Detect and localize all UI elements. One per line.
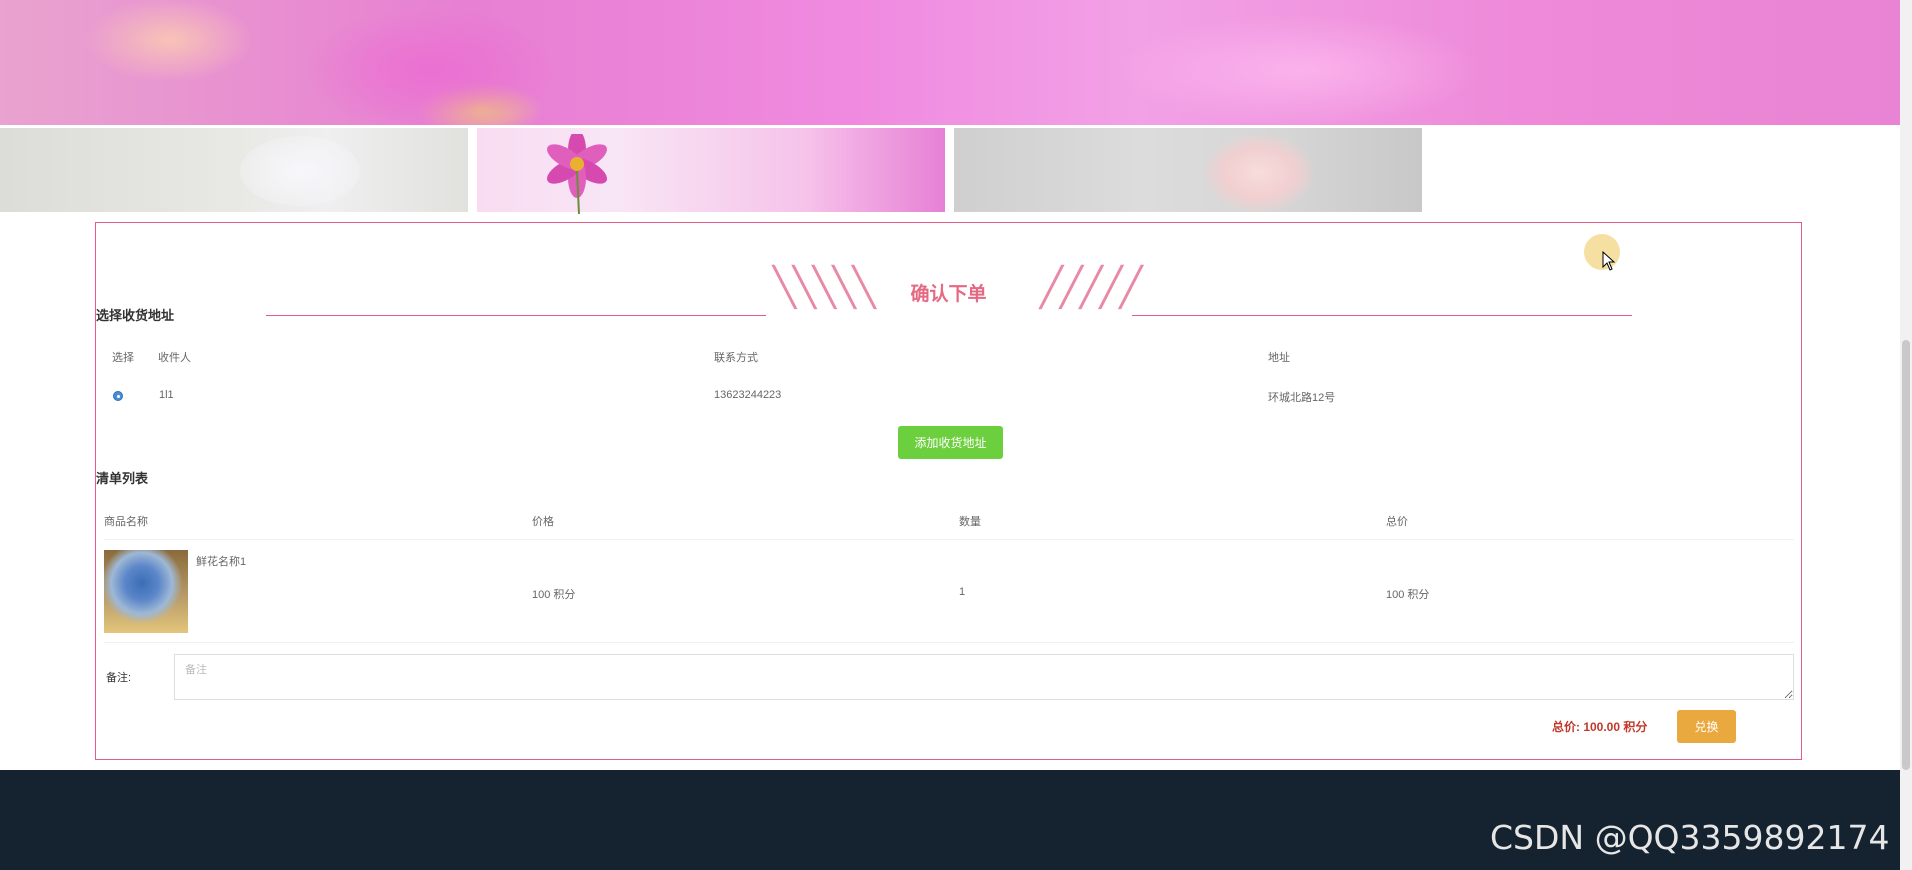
address-phone: 13623244223 [714,389,782,401]
product-image[interactable] [104,550,188,633]
remark-field[interactable] [174,654,1794,700]
list-header-total: 总价 [1386,516,1408,528]
section-heading: ╲╲╲╲╲ 确认下单 ╱╱╱╱╱ [96,245,1801,316]
address-radio[interactable] [113,391,123,401]
address-header-phone: 联系方式 [714,352,758,364]
order-total: 总价: 100.00 积分 [1552,720,1648,734]
address-section-title: 选择收货地址 [96,308,175,323]
list-divider [104,642,1794,643]
category-thumbnail-3[interactable] [954,128,1422,212]
order-confirm-panel: ╲╲╲╲╲ 确认下单 ╱╱╱╱╱ 选择收货地址 选择 收件人 联系方式 地址 1… [95,222,1802,760]
add-address-button[interactable]: 添加收货地址 [898,426,1003,459]
list-header-quantity: 数量 [959,516,981,528]
product-total: 100 积分 [1386,589,1430,601]
heading-deco-right: ╱╱╱╱╱ [1040,265,1142,309]
category-thumbnail-1[interactable] [0,128,468,212]
remark-label: 备注: [106,672,132,684]
heading-line-right [1132,315,1632,316]
address-detail: 环城北路12号 [1268,392,1336,404]
list-header-price: 价格 [532,516,554,528]
mouse-cursor-icon [1602,251,1616,271]
product-price: 100 积分 [532,589,576,601]
thumbnail-glow [240,136,360,206]
list-header-name: 商品名称 [104,516,148,528]
flower-image [546,134,608,214]
scrollbar-thumb[interactable] [1902,340,1910,770]
address-header-recipient: 收件人 [158,352,191,364]
address-recipient: 1l1 [159,389,174,401]
address-header-select: 选择 [112,352,134,364]
list-divider [104,539,1794,540]
top-banner-image [0,0,1900,125]
page-title: 确认下单 [910,284,987,305]
redeem-button[interactable]: 兑换 [1677,710,1736,743]
list-section-title: 清单列表 [96,471,149,486]
rose-image [1204,134,1314,212]
heading-line-left [266,315,766,316]
watermark-text: CSDN @QQ3359892174 [1490,818,1890,857]
address-header-address: 地址 [1268,352,1290,364]
category-thumbnail-2[interactable] [477,128,945,214]
product-quantity: 1 [959,586,966,598]
product-name[interactable]: 鲜花名称1 [196,553,246,569]
